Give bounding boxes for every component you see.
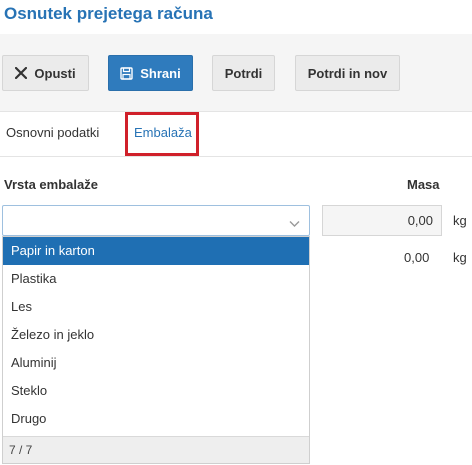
dropdown-option[interactable]: Drugo — [3, 405, 309, 433]
discard-button-label: Opusti — [34, 65, 76, 81]
packaging-type-select[interactable] — [2, 205, 310, 236]
discard-button[interactable]: Opusti — [2, 55, 89, 91]
confirm-button-label: Potrdi — [224, 65, 263, 81]
confirm-button[interactable]: Potrdi — [212, 55, 275, 91]
chevron-down-icon — [289, 215, 300, 233]
dropdown-option[interactable]: Aluminij — [3, 349, 309, 377]
dropdown-option[interactable]: Plastika — [3, 265, 309, 293]
tab-highlight-box — [125, 112, 199, 156]
save-button[interactable]: Shrani — [108, 55, 193, 91]
toolbar: Opusti Shrani Potrdi Potrdi in nov — [0, 34, 472, 112]
packaging-dropdown: Papir in karton Plastika Les Železo in j… — [2, 236, 310, 464]
mass-input[interactable]: 0,00 — [322, 205, 442, 236]
page-title: Osnutek prejetega računa — [4, 4, 213, 23]
tab-basic-data[interactable]: Osnovni podatki — [6, 123, 99, 143]
close-icon — [15, 67, 28, 79]
confirm-and-new-button[interactable]: Potrdi in nov — [295, 55, 400, 91]
packaging-type-label: Vrsta embalaže — [4, 177, 98, 192]
dropdown-option[interactable]: Železo in jeklo — [3, 321, 309, 349]
tab-bar: Osnovni podatki Embalaža — [0, 112, 472, 157]
save-button-label: Shrani — [140, 65, 181, 81]
mass-value: 0,00 — [404, 250, 430, 265]
mass-label: Masa — [407, 177, 440, 192]
floppy-disk-icon — [120, 66, 133, 80]
confirm-and-new-button-label: Potrdi in nov — [307, 65, 388, 81]
mass-unit: kg — [453, 213, 467, 228]
dropdown-option[interactable]: Papir in karton — [3, 237, 309, 265]
dropdown-option[interactable]: Steklo — [3, 377, 309, 405]
mass-unit: kg — [453, 250, 467, 265]
dropdown-option[interactable]: Les — [3, 293, 309, 321]
dropdown-count: 7 / 7 — [3, 436, 309, 463]
